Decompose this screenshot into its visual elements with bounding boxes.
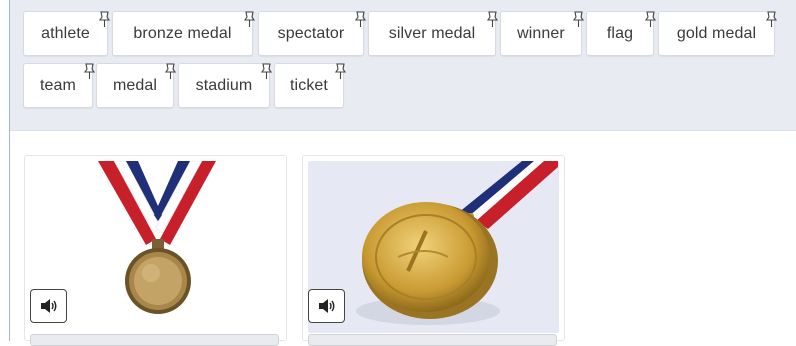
speaker-icon — [318, 299, 334, 313]
pushpin-icon — [334, 63, 347, 79]
word-chip-athlete[interactable]: athlete — [23, 11, 111, 56]
picture-card — [24, 155, 287, 346]
word-chip-label: bronze medal — [133, 25, 232, 42]
pushpin-icon — [83, 63, 96, 79]
pushpin-icon — [243, 11, 256, 27]
pushpin-icon — [260, 63, 273, 79]
gold-medal-image — [308, 161, 559, 333]
word-chip-bronze-medal[interactable]: bronze medal — [112, 11, 256, 56]
word-chip-spectator[interactable]: spectator — [258, 11, 367, 56]
word-chip-label: spectator — [277, 25, 345, 42]
word-chip-flag[interactable]: flag — [586, 11, 657, 56]
pushpin-icon — [98, 11, 111, 27]
word-chip-silver-medal[interactable]: silver medal — [368, 11, 499, 56]
answer-drop-zone[interactable] — [308, 334, 557, 346]
word-chip-ticket[interactable]: ticket — [274, 63, 347, 108]
word-chip-label: medal — [112, 77, 158, 94]
word-bank: athlete bronze medal spectator silver me… — [10, 0, 796, 131]
word-chip-label: gold medal — [676, 25, 757, 42]
word-chip-gold-medal[interactable]: gold medal — [658, 11, 778, 56]
pushpin-icon — [354, 11, 367, 27]
word-chip-label: stadium — [195, 77, 253, 94]
pushpin-icon — [572, 11, 585, 27]
picture-card — [302, 155, 565, 346]
word-chip-team[interactable]: team — [23, 63, 96, 108]
bronze-medal-image — [30, 161, 281, 333]
word-chip-label: athlete — [41, 25, 90, 42]
answer-drop-zone[interactable] — [30, 334, 279, 346]
word-chip-winner[interactable]: winner — [500, 11, 585, 56]
pushpin-icon — [164, 63, 177, 79]
word-chip-label: ticket — [290, 77, 328, 94]
word-chip-medal[interactable]: medal — [96, 63, 177, 108]
word-chip-stadium[interactable]: stadium — [178, 63, 273, 108]
word-chip-label: team — [40, 77, 76, 94]
word-chip-label: winner — [517, 25, 565, 42]
speaker-icon — [40, 299, 56, 313]
activity-panel: athlete bronze medal spectator silver me… — [9, 0, 796, 346]
play-audio-button[interactable] — [30, 289, 67, 323]
pushpin-icon — [765, 11, 778, 27]
pushpin-icon — [486, 11, 499, 27]
play-audio-button[interactable] — [308, 289, 345, 323]
word-chip-label: silver medal — [388, 25, 476, 42]
pushpin-icon — [644, 11, 657, 27]
